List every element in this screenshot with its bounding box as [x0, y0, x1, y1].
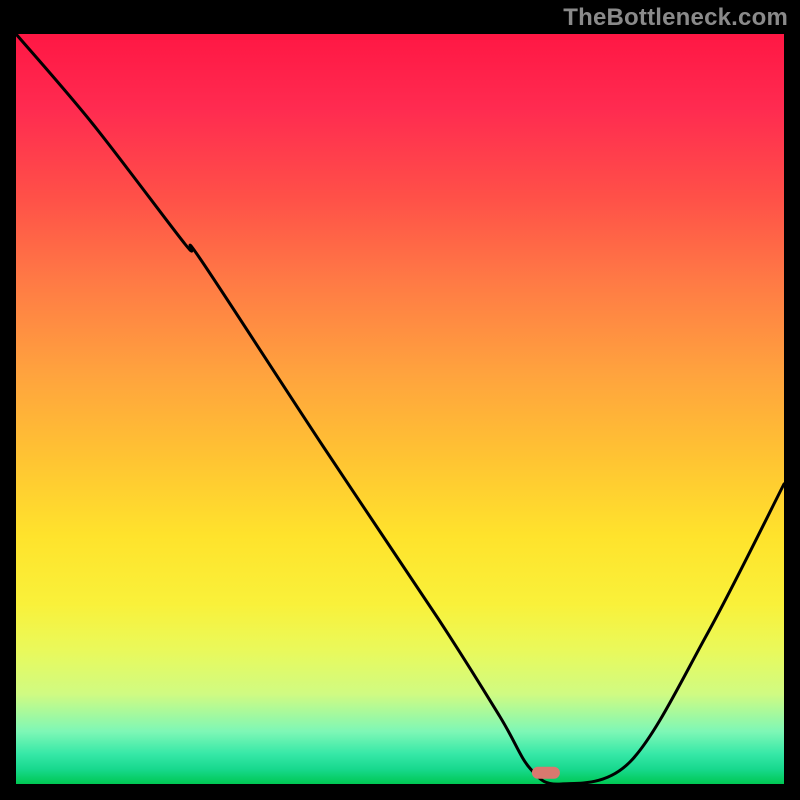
chart-frame: TheBottleneck.com — [0, 0, 800, 800]
bottleneck-curve-svg — [16, 34, 784, 784]
watermark-text: TheBottleneck.com — [563, 6, 788, 30]
bottleneck-curve — [16, 34, 784, 784]
plot-area — [16, 34, 784, 784]
optimal-marker — [532, 767, 560, 779]
